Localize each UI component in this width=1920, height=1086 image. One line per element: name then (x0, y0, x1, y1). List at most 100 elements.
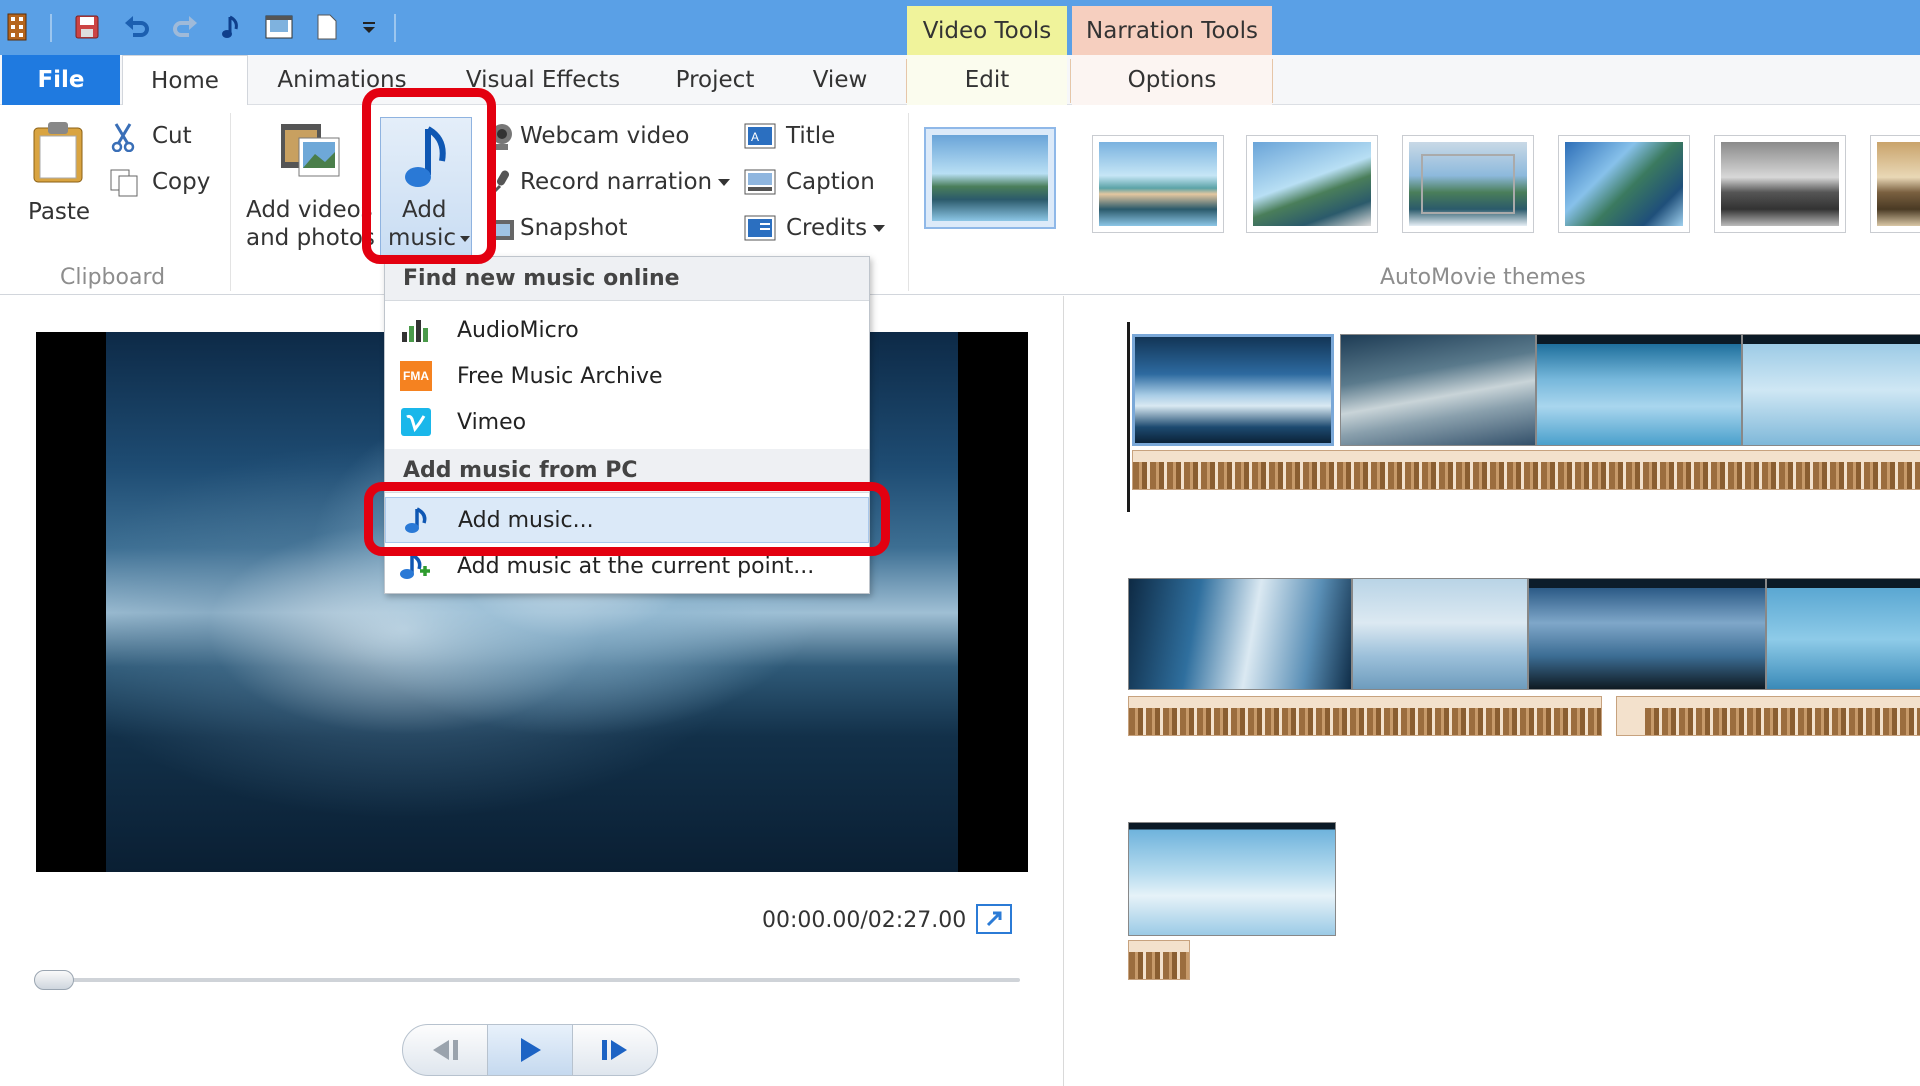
storyboard-clip[interactable] (1528, 578, 1766, 690)
tab-edit[interactable]: Edit (907, 55, 1067, 105)
fullscreen-icon (986, 911, 1002, 927)
svg-text:A: A (751, 130, 759, 144)
copy-icon (108, 167, 142, 199)
storyboard-clip[interactable] (1128, 578, 1352, 690)
paste-button[interactable]: Paste (28, 199, 90, 225)
seek-thumb[interactable] (34, 970, 74, 990)
menu-item-vimeo[interactable]: Vimeo (385, 399, 869, 445)
redo-icon[interactable] (170, 12, 200, 42)
vimeo-icon (395, 406, 437, 438)
storyboard-clip[interactable] (1536, 334, 1742, 446)
storyboard-clip[interactable] (1352, 578, 1528, 690)
automovie-theme-1[interactable] (924, 127, 1056, 229)
record-narration-text: Record narration (520, 169, 713, 195)
copy-button[interactable]: Copy (152, 169, 210, 195)
movie-maker-icon[interactable] (2, 12, 32, 42)
storyboard-clip[interactable] (1132, 334, 1334, 446)
group-separator (908, 113, 909, 291)
music-track[interactable] (1128, 940, 1190, 980)
automovie-theme-4[interactable] (1402, 135, 1534, 233)
play-icon (521, 1038, 541, 1062)
menu-item-label: Add music at the current point... (457, 553, 815, 579)
highlight-box-add-music-menu-item (364, 482, 890, 556)
automovie-theme-6[interactable] (1714, 135, 1846, 233)
music-note-icon[interactable] (218, 12, 248, 42)
group-separator (230, 113, 231, 291)
caption-icon (744, 167, 776, 197)
seek-bar[interactable] (36, 978, 1020, 982)
save-icon[interactable] (72, 12, 102, 42)
film-icon[interactable] (264, 12, 294, 42)
title-icon: A (744, 121, 776, 151)
add-video-icon[interactable] (278, 119, 342, 181)
tab-home[interactable]: Home (122, 55, 248, 106)
new-document-icon[interactable] (312, 12, 342, 42)
highlight-box-add-music (362, 88, 496, 264)
menu-item-audiomicro[interactable]: AudioMicro (385, 307, 869, 353)
automovie-theme-2[interactable] (1092, 135, 1224, 233)
menu-item-label: AudioMicro (457, 317, 579, 343)
add-videos-label-line1[interactable]: Add videos (246, 197, 373, 223)
dropdown-icon[interactable] (354, 12, 384, 42)
clipboard-group-label: Clipboard (60, 265, 166, 290)
audio-waveform (1133, 462, 1920, 489)
tab-options[interactable]: Options (1072, 55, 1272, 105)
toolbar-separator (50, 14, 52, 42)
menu-item-free-music-archive[interactable]: FMA Free Music Archive (385, 353, 869, 399)
theme-thumbnail (1409, 142, 1527, 226)
webcam-video-button[interactable]: Webcam video (520, 123, 689, 149)
credits-icon (744, 213, 776, 243)
music-track[interactable] (1128, 696, 1602, 736)
ribbon-tabs: File Home Animations Visual Effects Proj… (0, 55, 1920, 106)
storyboard-clip[interactable] (1742, 334, 1920, 446)
storyboard-clip[interactable] (1128, 822, 1336, 936)
next-frame-button[interactable] (573, 1025, 657, 1075)
fma-badge: FMA (400, 361, 432, 391)
audio-waveform (1645, 708, 1920, 735)
undo-icon[interactable] (122, 12, 152, 42)
previous-frame-button[interactable] (403, 1025, 487, 1075)
timecode: 00:00.00/02:27.00 (762, 908, 967, 933)
theme-thumbnail (1565, 142, 1683, 226)
paste-icon[interactable] (28, 119, 88, 185)
menu-item-label: Vimeo (457, 409, 527, 435)
tab-project[interactable]: Project (660, 55, 770, 105)
storyboard-clip[interactable] (1340, 334, 1536, 446)
theme-thumbnail (1877, 142, 1920, 226)
credits-button[interactable]: Credits (786, 215, 886, 241)
previous-frame-icon (433, 1040, 458, 1060)
play-button[interactable] (487, 1025, 573, 1075)
fullscreen-button[interactable] (976, 904, 1012, 934)
tab-file[interactable]: File (2, 55, 120, 105)
theme-thumbnail (1721, 142, 1839, 226)
audio-waveform (1129, 952, 1189, 979)
tab-view[interactable]: View (790, 55, 890, 105)
automovie-theme-7[interactable] (1870, 135, 1920, 233)
cut-button[interactable]: Cut (152, 123, 192, 149)
add-videos-label-line2[interactable]: and photos (246, 225, 375, 251)
title-button[interactable]: Title (786, 123, 835, 149)
ribbon-body: Paste Cut Copy Clipboard Add videos and … (0, 105, 1920, 295)
music-track[interactable] (1616, 696, 1920, 736)
movie-maker-window: Video Tools Narration Tools File Home An… (0, 0, 1920, 1086)
menu-item-label: Free Music Archive (457, 363, 663, 389)
automovie-theme-3[interactable] (1246, 135, 1378, 233)
automovie-theme-5[interactable] (1558, 135, 1690, 233)
quick-access-toolbar: Video Tools Narration Tools (0, 0, 1920, 55)
music-track[interactable] (1132, 450, 1920, 490)
record-narration-button[interactable]: Record narration (520, 169, 731, 195)
fma-icon: FMA (395, 360, 437, 392)
theme-thumbnail (1253, 142, 1371, 226)
snapshot-button[interactable]: Snapshot (520, 215, 628, 241)
chevron-down-icon (718, 179, 731, 186)
video-tools-context-tab: Video Tools (907, 6, 1067, 55)
automovie-themes-group-label: AutoMovie themes (1380, 265, 1586, 290)
theme-thumbnail (932, 135, 1048, 221)
caption-button[interactable]: Caption (786, 169, 875, 195)
audio-waveform (1129, 708, 1601, 735)
storyboard-clip[interactable] (1766, 578, 1920, 690)
tab-divider (1272, 59, 1273, 103)
playback-controls (402, 1024, 658, 1076)
scissors-icon (108, 121, 138, 153)
toolbar-separator (394, 14, 396, 42)
